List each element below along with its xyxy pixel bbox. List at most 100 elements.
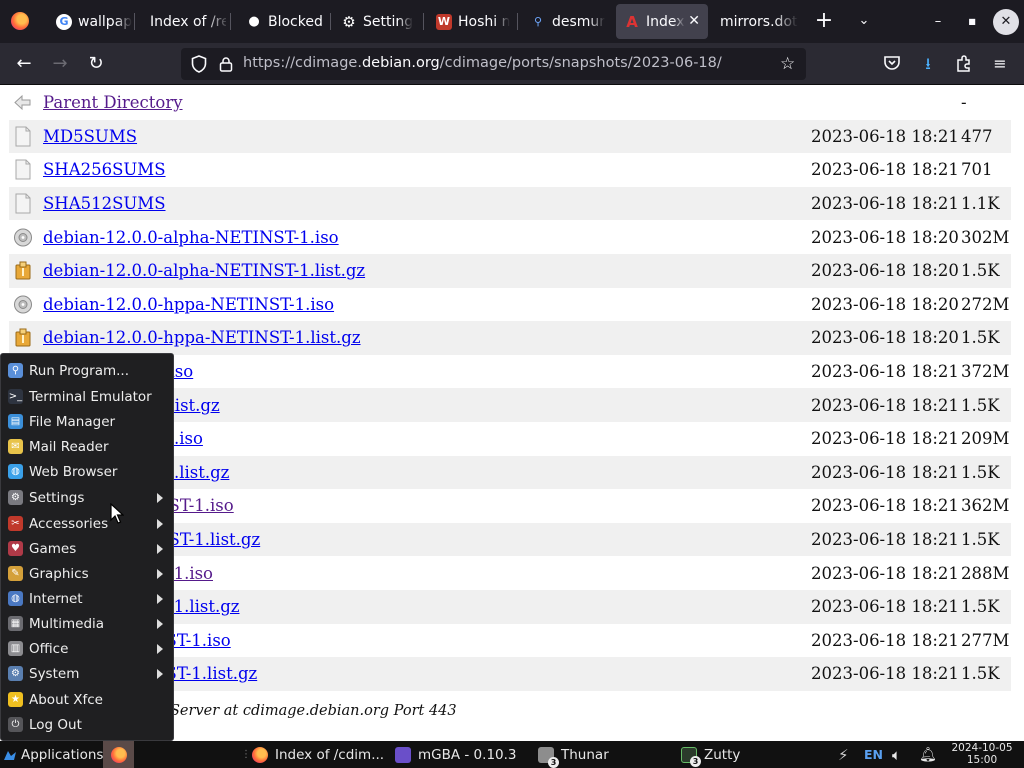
bookmark-star-icon[interactable]: ☆ <box>780 54 795 74</box>
window-count-badge: 3 <box>548 756 559 768</box>
menu-item-accessories[interactable]: ✂ Accessories <box>1 511 173 536</box>
hamburger-menu-icon[interactable]: ≡ <box>990 55 1010 73</box>
menu-item-graphics[interactable]: ✎ Graphics <box>1 561 173 586</box>
menu-item-run-program[interactable]: ⚲ Run Program... <box>1 358 173 383</box>
parent-size: - <box>961 93 967 113</box>
task-thunar[interactable]: 3 Thunar <box>538 741 609 768</box>
file-size: 477 <box>959 119 1011 154</box>
clock[interactable]: 2024-10-05 15:00 <box>947 742 1017 766</box>
tab-title: Hoshi n <box>458 13 511 30</box>
submenu-arrow-icon <box>157 669 163 679</box>
menu-item-log-out[interactable]: ⏻ Log Out <box>1 712 173 737</box>
volume-icon[interactable]: 🔈︎ <box>892 741 901 768</box>
tab-hoshi[interactable]: W Hoshi n <box>428 4 514 39</box>
menu-item-office[interactable]: ▥ Office <box>1 636 173 661</box>
window-close-icon[interactable]: ✕ <box>993 9 1019 35</box>
tab-title: wallpap <box>78 13 132 30</box>
submenu-arrow-icon <box>157 569 163 579</box>
table-row: debian-12.0.0-hppa-NETINST-1.iso 2023-06-… <box>9 288 1011 322</box>
file-date: 2023-06-18 18:21 <box>807 388 959 422</box>
task-firefox[interactable]: Index of /cdim... <box>252 741 384 768</box>
network-icon[interactable]: ⚡ <box>838 741 849 768</box>
menu-item-terminal-emulator[interactable]: >_ Terminal Emulator <box>1 384 173 409</box>
menu-item-games[interactable]: ♥ Games <box>1 536 173 561</box>
menu-item-mail-reader[interactable]: ✉ Mail Reader <box>1 434 173 459</box>
file-link[interactable]: debian-12.0.0-alpha-NETINST-1.iso <box>43 228 339 247</box>
file-size: 1.1K <box>959 186 1011 221</box>
firefox-icon <box>110 746 127 763</box>
file-link[interactable]: debian-12.0.0-hppa-NETINST-1.list.gz <box>43 328 361 347</box>
file-date: 2023-06-18 18:21 <box>807 186 959 221</box>
task-zutty[interactable]: 3 Zutty <box>681 741 740 768</box>
wiki-icon: W <box>436 13 452 30</box>
tab-blocked[interactable]: ● Blocked <box>238 4 328 39</box>
list-all-tabs-chevron-icon[interactable]: ⌄ <box>853 10 875 32</box>
url-text[interactable]: https://cdimage.debian.org/cdimage/ports… <box>243 55 722 71</box>
downloads-icon[interactable]: ⭳ <box>918 55 938 73</box>
file-link[interactable]: debian-12.0.0-hppa-NETINST-1.iso <box>43 295 334 314</box>
tracking-shield-icon[interactable] <box>191 55 207 73</box>
task-label: Thunar <box>561 746 609 763</box>
text-file-icon <box>15 193 31 214</box>
notifications-bell-icon[interactable]: 🔔︎ <box>919 741 937 768</box>
file-link[interactable]: MD5SUMS <box>43 127 137 146</box>
forward-arrow-icon[interactable]: → <box>46 50 74 78</box>
menu-item-internet[interactable]: ◍ Internet <box>1 586 173 611</box>
firefox-menu-icon[interactable] <box>11 12 29 30</box>
disc-image-icon <box>14 295 32 314</box>
tab-mirrors[interactable]: mirrors.dot <box>712 4 802 39</box>
menu-item-multimedia[interactable]: ▦ Multimedia <box>1 611 173 636</box>
file-date: 2023-06-18 18:21 <box>807 119 959 154</box>
terminal-icon: >_ <box>8 389 23 404</box>
reload-icon[interactable]: ↻ <box>82 50 110 78</box>
file-date: 2023-06-18 18:20 <box>807 321 959 355</box>
file-manager-icon: ▤ <box>8 414 23 429</box>
tab-index-active[interactable]: A Index ✕ <box>616 4 708 39</box>
menu-item-system[interactable]: ⚙ System <box>1 661 173 686</box>
table-row: SHA512SUMS 2023-06-18 18:21 1.1K <box>9 186 1011 221</box>
extensions-icon[interactable] <box>954 55 974 73</box>
url-bar[interactable]: https://cdimage.debian.org/cdimage/ports… <box>181 48 806 80</box>
menu-item-file-manager[interactable]: ▤ File Manager <box>1 409 173 434</box>
firefox-launcher[interactable] <box>103 741 134 768</box>
tab-wallpaper[interactable]: G wallpap <box>48 4 132 39</box>
table-row: SHA256SUMS 2023-06-18 18:21 701 <box>9 153 1011 187</box>
file-size: 277M <box>961 630 1010 650</box>
tab-close-icon[interactable]: ✕ <box>688 13 700 29</box>
disc-image-icon <box>14 228 32 247</box>
new-tab-button[interactable]: + <box>812 10 836 34</box>
menu-item-web-browser[interactable]: ◍ Web Browser <box>1 459 173 484</box>
keyboard-layout-indicator[interactable]: EN <box>864 741 883 768</box>
file-link[interactable]: SHA256SUMS <box>43 160 166 179</box>
menu-item-label: Run Program... <box>29 362 130 379</box>
parent-directory-back-icon <box>14 95 31 111</box>
minimize-icon[interactable]: – <box>925 9 951 35</box>
file-date: 2023-06-18 18:21 <box>811 160 959 180</box>
maximize-icon[interactable]: ■ <box>959 9 985 35</box>
lock-icon[interactable] <box>219 56 233 72</box>
menu-item-settings[interactable]: ⚙ Settings <box>1 485 173 510</box>
games-icon: ♥ <box>8 541 23 556</box>
tab-title: Blocked <box>268 13 323 30</box>
pocket-icon[interactable] <box>882 55 902 73</box>
internet-icon: ◍ <box>8 591 23 606</box>
tab-settings[interactable]: ⚙ Setting <box>333 4 419 39</box>
applications-menu-button[interactable]: Applications <box>3 741 103 768</box>
file-size: 372M <box>961 362 1010 382</box>
text-file-icon <box>15 159 31 180</box>
task-mgba[interactable]: mGBA - 0.10.3 <box>395 741 517 768</box>
menu-item-about-xfce[interactable]: ★ About Xfce <box>1 687 173 712</box>
file-size: 288M <box>961 563 1010 583</box>
file-date: 2023-06-18 18:21 <box>811 630 959 650</box>
file-link[interactable]: debian-12.0.0-alpha-NETINST-1.list.gz <box>43 261 365 280</box>
file-size: 272M <box>961 294 1010 314</box>
back-arrow-icon[interactable]: ← <box>10 50 38 78</box>
archive-file-icon <box>15 261 31 280</box>
parent-directory-link[interactable]: Parent Directory <box>43 93 183 112</box>
menu-item-label: Games <box>29 540 77 557</box>
tab-index-of-re[interactable]: Index of /re <box>142 4 226 39</box>
file-link[interactable]: SHA512SUMS <box>43 194 166 213</box>
applications-menu: ⚲ Run Program... >_ Terminal Emulator ▤ File … <box>0 353 174 741</box>
submenu-arrow-icon <box>157 644 163 654</box>
tab-desmume[interactable]: ⚲ desmur <box>522 4 610 39</box>
